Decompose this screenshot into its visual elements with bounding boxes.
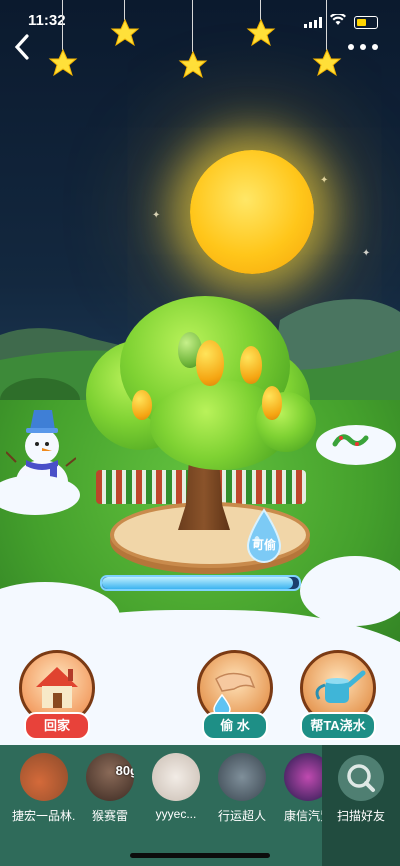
friend-name: 行运超人 (217, 809, 266, 823)
stealable-water-drop[interactable]: 可偷 (244, 508, 284, 566)
growth-progress-bar (100, 575, 301, 591)
progress-fill (102, 577, 294, 589)
search-icon (347, 764, 375, 792)
hanging-star (110, 0, 140, 50)
wreath-icon (332, 434, 369, 447)
steal-water-button[interactable]: 偷 水 (197, 650, 273, 740)
star-icon (312, 48, 342, 77)
avatar: 80g (86, 753, 134, 801)
home-indicator (130, 853, 270, 858)
game-scene: 11:32 ✦ ✦ ✦ 可偷 回家 偷 水 帮TA浇水 (0, 0, 400, 745)
friend-name: 捷宏一品林... (12, 809, 76, 823)
friend-item[interactable]: yyyec... (144, 753, 208, 821)
star-icon (246, 18, 276, 47)
hanging-star (178, 0, 208, 80)
steal-label: 可偷 (251, 538, 276, 552)
avatar (218, 753, 266, 801)
hanging-star (312, 0, 342, 80)
go-home-button[interactable]: 回家 (19, 650, 95, 740)
ripe-mango (262, 386, 282, 420)
battery-icon (354, 15, 378, 29)
avatar (152, 753, 200, 801)
ripe-mango (196, 340, 224, 386)
back-button[interactable] (14, 34, 38, 62)
water-for-friend-label: 帮TA浇水 (300, 712, 376, 740)
scan-friends-label: 扫描好友 (336, 809, 385, 823)
scan-friends-button[interactable]: 扫描好友 (322, 745, 400, 866)
ripe-mango (240, 346, 262, 384)
friend-item[interactable]: 捷宏一品林... (12, 753, 76, 824)
go-home-label: 回家 (24, 712, 90, 740)
friend-name: yyyec... (155, 807, 197, 821)
friend-name: 猴赛雷 (91, 809, 128, 823)
sparkle-icon: ✦ (362, 248, 371, 259)
friend-item[interactable]: 行运超人 (210, 753, 274, 824)
star-icon (48, 48, 78, 77)
chevron-left-icon (14, 34, 29, 60)
snow-drift (300, 556, 400, 626)
moon (190, 150, 314, 274)
avatar (20, 753, 68, 801)
star-icon (178, 50, 208, 79)
water-amount-badge: 80g (115, 763, 134, 778)
steal-water-label: 偷 水 (202, 712, 268, 740)
sparkle-icon: ✦ (320, 175, 329, 186)
star-icon (110, 18, 140, 47)
hanging-star (246, 0, 276, 50)
hanging-star (48, 0, 78, 80)
ripe-mango (132, 390, 152, 420)
more-options-button[interactable] (348, 44, 378, 50)
water-for-friend-button[interactable]: 帮TA浇水 (298, 650, 378, 740)
sparkle-icon: ✦ (152, 210, 161, 221)
friend-item[interactable]: 80g 猴赛雷 (78, 753, 142, 824)
